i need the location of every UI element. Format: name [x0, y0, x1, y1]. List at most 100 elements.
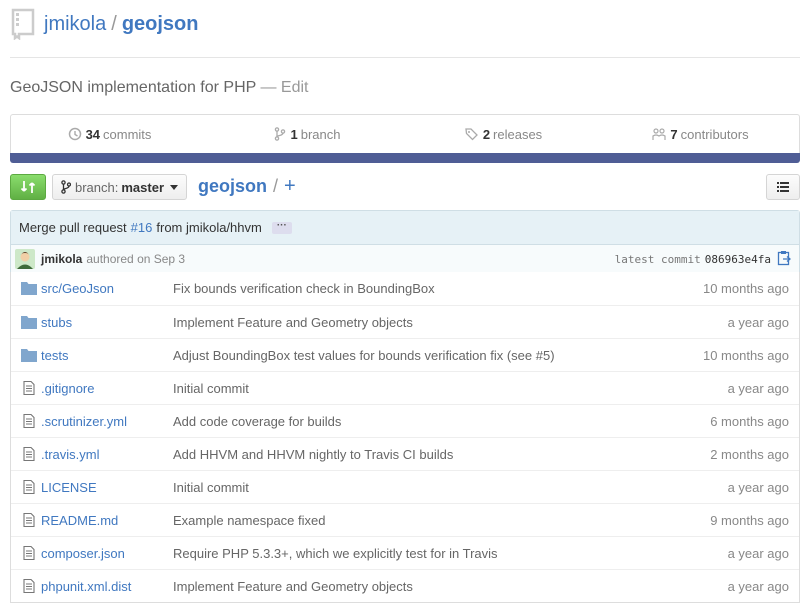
repo-title: jmikola / geojson [44, 13, 198, 36]
file-list: src/GeoJson Fix bounds verification chec… [10, 272, 800, 603]
branch-selector[interactable]: branch: master [52, 174, 188, 200]
commits-link[interactable]: 34 commits [11, 127, 208, 142]
file-commit-message[interactable]: Fix bounds verification check in Boundin… [173, 281, 435, 296]
file-row: .travis.yml Add HHVM and HHVM nightly to… [11, 437, 799, 470]
commits-count: 34 [85, 126, 101, 142]
file-icon [23, 546, 35, 560]
releases-link[interactable]: 2 releases [405, 127, 602, 142]
latest-commit: latest commit 086963e4fa [615, 253, 771, 266]
commit-message-prefix[interactable]: Merge pull request [19, 220, 127, 235]
file-name: GeoJson [61, 281, 114, 296]
file-name-link[interactable]: src/GeoJson [41, 281, 114, 296]
file-icon [23, 579, 35, 593]
caret-down-icon [170, 184, 179, 190]
repo-header: jmikola / geojson [10, 6, 198, 42]
commit-tease: Merge pull request #16 from jmikola/hhvm… [10, 210, 800, 272]
history-icon [68, 127, 81, 141]
file-row: composer.json Require PHP 5.3.3+, which … [11, 536, 799, 569]
contributors-label: contributors [680, 126, 749, 142]
add-file-button[interactable]: + [284, 175, 296, 198]
compare-button[interactable] [10, 174, 46, 200]
file-age: 9 months ago [710, 512, 789, 528]
file-commit-message[interactable]: Implement Feature and Geometry objects [173, 579, 413, 594]
compare-icon [20, 181, 36, 193]
title-separator: / [111, 12, 117, 35]
file-row: README.md Example namespace fixed 9 mont… [11, 503, 799, 536]
file-age: a year ago [727, 314, 789, 330]
list-view-button[interactable] [766, 174, 800, 200]
branches-count: 1 [290, 126, 298, 142]
file-icon [23, 414, 35, 428]
file-commit-message[interactable]: Adjust BoundingBox test values for bound… [173, 348, 555, 363]
contributors-count: 7 [670, 126, 678, 142]
repo-owner-link[interactable]: jmikola [44, 13, 106, 35]
commit-message-suffix[interactable]: from jmikola/hhvm [156, 220, 261, 235]
file-name-link[interactable]: stubs [41, 315, 72, 330]
branch-label: branch: [75, 179, 119, 195]
branch-value: master [121, 179, 165, 195]
file-commit-message[interactable]: Add code coverage for builds [173, 414, 341, 429]
organization-icon [652, 128, 667, 140]
file-name-link[interactable]: LICENSE [41, 480, 97, 495]
file-icon [23, 381, 35, 395]
language-bar[interactable] [10, 153, 800, 163]
releases-count: 2 [482, 126, 491, 142]
file-name-link[interactable]: .gitignore [41, 381, 94, 396]
file-age: 2 months ago [710, 446, 789, 462]
branch-icon [274, 127, 285, 141]
file-name-link[interactable]: .scrutinizer.yml [41, 414, 127, 429]
avatar[interactable] [15, 248, 35, 269]
file-commit-message[interactable]: Implement Feature and Geometry objects [173, 315, 413, 330]
file-icon [23, 447, 35, 461]
branches-label: branch [300, 126, 341, 142]
file-name-link[interactable]: composer.json [41, 546, 125, 561]
file-commit-message[interactable]: Add HHVM and HHVM nightly to Travis CI b… [173, 447, 453, 462]
file-name-link[interactable]: README.md [41, 513, 118, 528]
commit-authored-date: authored on Sep 3 [86, 251, 186, 266]
file-row: LICENSE Initial commit a year ago [11, 470, 799, 503]
repo-icon [11, 8, 35, 40]
breadcrumb: geojson / + [198, 175, 296, 198]
pull-request-link[interactable]: #16 [131, 220, 153, 235]
file-name-link[interactable]: .travis.yml [41, 447, 100, 462]
expand-commit-button[interactable]: ··· [271, 220, 292, 234]
clipboard-icon[interactable] [777, 250, 791, 266]
file-commit-message[interactable]: Initial commit [173, 480, 249, 495]
branches-link[interactable]: 1 branch [208, 127, 405, 142]
file-row: stubs Implement Feature and Geometry obj… [11, 305, 799, 338]
file-row: .scrutinizer.yml Add code coverage for b… [11, 404, 799, 437]
file-name-link[interactable]: phpunit.xml.dist [41, 579, 131, 594]
file-row: phpunit.xml.dist Implement Feature and G… [11, 569, 799, 602]
branch-icon [61, 180, 71, 194]
file-age: a year ago [727, 578, 789, 594]
folder-icon [21, 349, 37, 362]
header-divider [10, 57, 800, 58]
file-name-link[interactable]: tests [41, 348, 68, 363]
edit-description-link[interactable]: — Edit [260, 79, 308, 96]
file-commit-message[interactable]: Example namespace fixed [173, 513, 325, 528]
file-age: 6 months ago [710, 413, 789, 429]
repo-name-link[interactable]: geojson [122, 13, 199, 35]
repo-description: GeoJSON implementation for PHP — Edit [10, 79, 309, 97]
file-age: a year ago [727, 380, 789, 396]
latest-commit-label: latest commit [614, 253, 701, 266]
breadcrumb-root[interactable]: geojson [198, 176, 267, 197]
file-row: .gitignore Initial commit a year ago [11, 371, 799, 404]
commit-meta: jmikola authored on Sep 3 latest commit 0… [11, 245, 799, 272]
file-age: 10 months ago [702, 281, 789, 296]
tag-icon [465, 128, 478, 141]
contributors-link[interactable]: 7 contributors [602, 127, 799, 142]
file-row: src/GeoJson Fix bounds verification chec… [11, 272, 799, 305]
file-commit-message[interactable]: Require PHP 5.3.3+, which we explicitly … [173, 546, 498, 561]
commit-sha-link[interactable]: 086963e4fa [705, 253, 771, 266]
file-icon [23, 480, 35, 494]
file-commit-message[interactable]: Initial commit [173, 381, 249, 396]
commit-message: Merge pull request #16 from jmikola/hhvm… [11, 211, 799, 245]
repo-summary: 34 commits 1 branch 2 releases 7 contributor… [10, 114, 800, 153]
folder-icon [21, 282, 37, 295]
description-text: GeoJSON implementation for PHP [10, 79, 257, 96]
file-icon [23, 513, 35, 527]
commit-author-link[interactable]: jmikola [41, 252, 82, 266]
file-row: tests Adjust BoundingBox test values for… [11, 338, 799, 371]
list-icon [777, 182, 789, 192]
